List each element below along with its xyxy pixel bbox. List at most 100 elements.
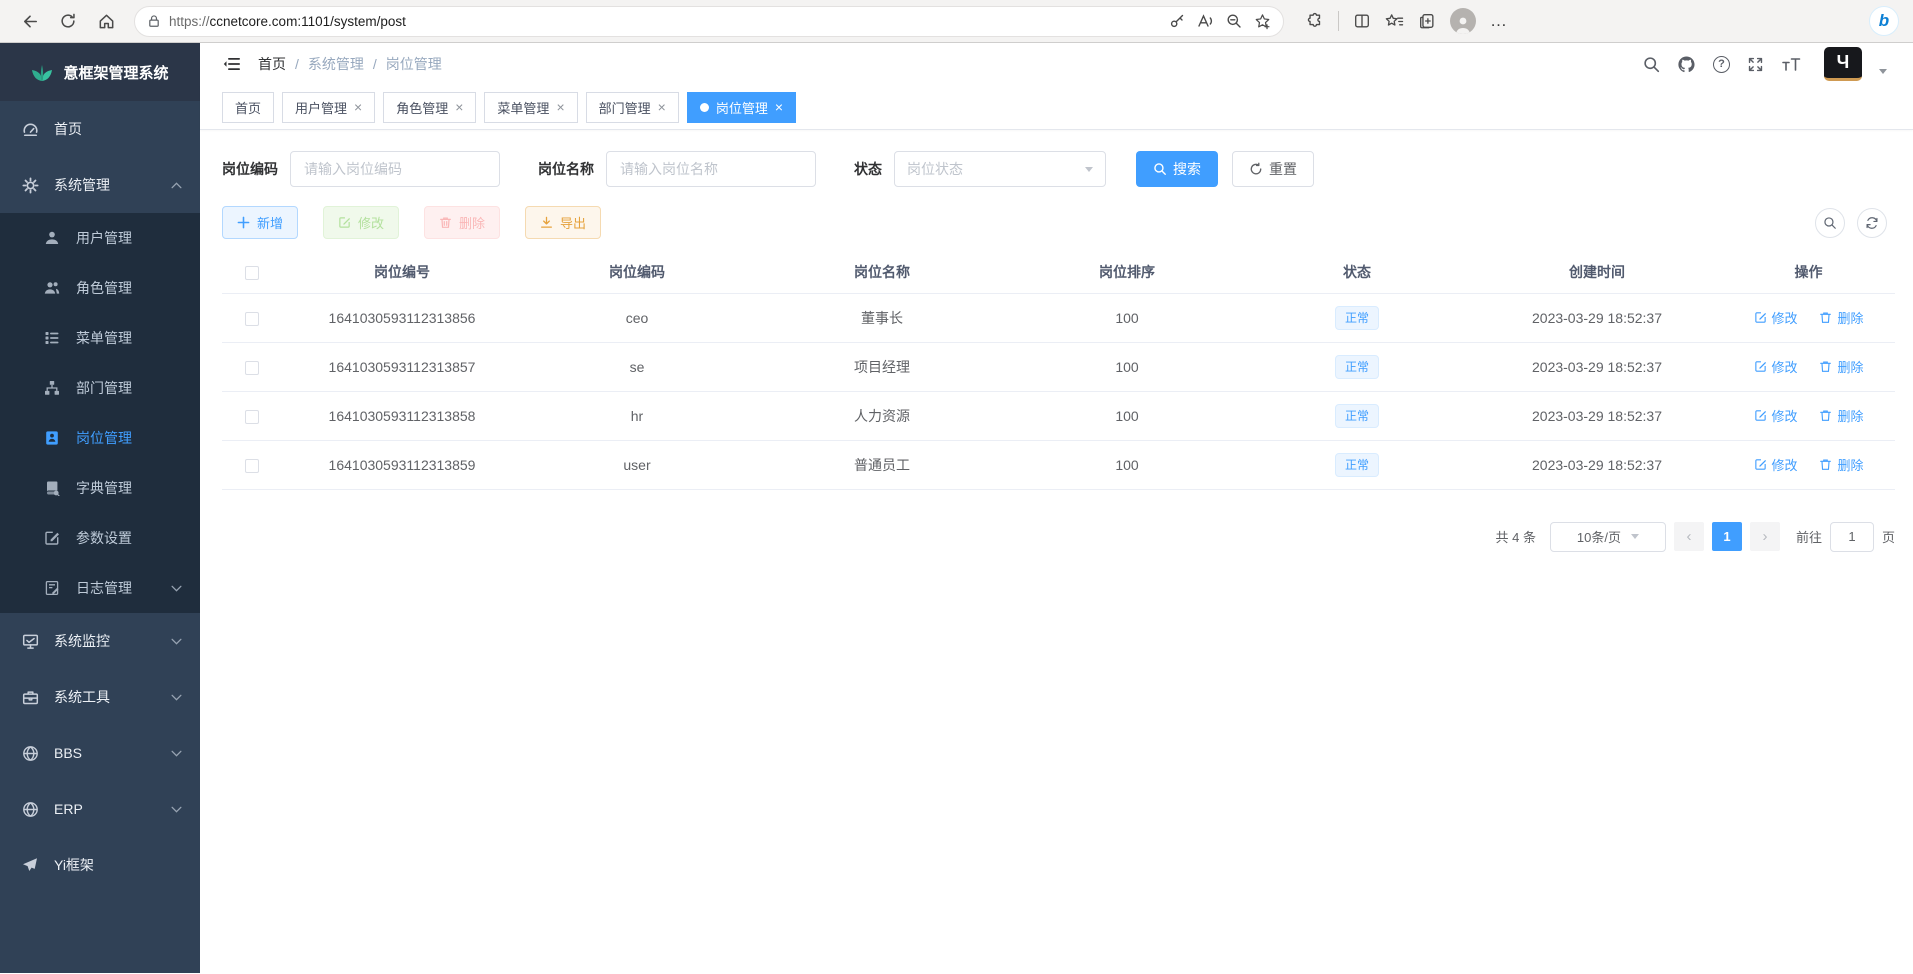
row-checkbox[interactable] [245,312,259,326]
row-edit-link[interactable]: 修改 [1754,308,1798,327]
split-screen-icon[interactable] [1353,12,1371,30]
extensions-icon[interactable] [1306,12,1324,30]
toggle-search-button[interactable] [1815,208,1845,238]
back-icon[interactable] [14,5,46,37]
toolbox-icon [22,689,39,706]
sidebar-item-log-mgmt[interactable]: 日志管理 [0,563,200,613]
sidebar-toggle-icon[interactable] [222,54,242,74]
refresh-icon[interactable] [52,5,84,37]
sidebar-item-bbs[interactable]: BBS [0,725,200,781]
select-caret-icon [1085,167,1093,172]
page-size-value: 10条/页 [1577,527,1621,546]
collections-icon[interactable] [1418,12,1436,30]
avatar-caret-icon[interactable] [1879,69,1887,74]
breadcrumb-system-mgmt[interactable]: 系统管理 [308,54,364,74]
row-edit-link[interactable]: 修改 [1754,406,1798,425]
browser-profile-avatar[interactable] [1450,8,1476,34]
tab-menu-mgmt[interactable]: 菜单管理 × [484,92,577,123]
breadcrumb-post-mgmt: 岗位管理 [386,54,442,74]
header-search-icon[interactable] [1643,56,1660,73]
row-delete-link[interactable]: 删除 [1819,455,1863,474]
breadcrumb-home[interactable]: 首页 [258,54,286,74]
sidebar-item-menu-mgmt[interactable]: 菜单管理 [0,313,200,363]
org-tree-icon [44,380,61,397]
sidebar-item-user-mgmt[interactable]: 用户管理 [0,213,200,263]
tab-dept-mgmt[interactable]: 部门管理 × [586,92,679,123]
favorites-icon[interactable] [1385,13,1404,30]
app-logo[interactable]: 意框架管理系统 [0,43,200,101]
read-aloud-icon[interactable] [1197,13,1214,29]
goto-page-input[interactable] [1830,522,1874,552]
delete-button[interactable]: 删除 [424,206,500,239]
select-all-checkbox[interactable] [245,266,259,280]
tab-close-icon[interactable]: × [354,100,362,114]
address-bar[interactable]: https://ccnetcore.com:1101/system/post [134,6,1284,37]
tab-close-icon[interactable]: × [455,100,463,114]
export-button[interactable]: 导出 [525,206,601,239]
page-number-button[interactable]: 1 [1712,522,1742,551]
refresh-table-button[interactable] [1857,208,1887,238]
prev-page-button[interactable]: ‹ [1674,522,1704,551]
row-edit-link[interactable]: 修改 [1754,455,1798,474]
row-delete-link[interactable]: 删除 [1819,357,1863,376]
sidebar-item-label: 菜单管理 [76,328,132,348]
cell-post-code: se [522,342,752,391]
reset-button[interactable]: 重置 [1232,151,1314,187]
home-icon[interactable] [90,5,122,37]
row-checkbox[interactable] [245,459,259,473]
page-size-select[interactable]: 10条/页 [1550,522,1666,552]
post-code-input[interactable] [290,151,500,187]
tab-user-mgmt[interactable]: 用户管理 × [282,92,375,123]
search-button[interactable]: 搜索 [1136,151,1218,187]
github-icon[interactable] [1677,55,1696,74]
tab-post-mgmt[interactable]: 岗位管理 × [687,92,796,123]
trash-icon [1819,458,1832,471]
lock-icon[interactable] [147,14,161,28]
sidebar-item-label: 岗位管理 [76,428,132,448]
edit-icon [44,530,61,547]
cell-post-sort: 100 [1012,440,1242,489]
add-favorite-icon[interactable] [1254,13,1271,30]
row-delete-link[interactable]: 删除 [1819,308,1863,327]
edit-button[interactable]: 修改 [323,206,399,239]
sidebar-item-system-tools[interactable]: 系统工具 [0,669,200,725]
add-button[interactable]: 新增 [222,206,298,239]
next-page-button[interactable]: › [1750,522,1780,551]
status-select[interactable]: 岗位状态 [894,151,1106,187]
sidebar-item-home[interactable]: 首页 [0,101,200,157]
more-menu-icon[interactable]: … [1490,11,1508,31]
dashboard-icon [22,121,39,138]
sidebar-item-param-settings[interactable]: 参数设置 [0,513,200,563]
password-key-icon[interactable] [1169,13,1185,29]
tab-role-mgmt[interactable]: 角色管理 × [383,92,476,123]
text-size-icon[interactable] [1781,56,1801,73]
sidebar-item-erp[interactable]: ERP [0,781,200,837]
user-avatar[interactable]: Ч [1824,47,1862,81]
post-code-label: 岗位编码 [222,159,278,179]
sidebar-item-yi-framework[interactable]: Yi框架 [0,837,200,893]
tab-home[interactable]: 首页 [222,92,274,123]
post-name-input[interactable] [606,151,816,187]
help-icon[interactable]: ? [1713,56,1730,73]
row-delete-link[interactable]: 删除 [1819,406,1863,425]
sidebar-item-role-mgmt[interactable]: 角色管理 [0,263,200,313]
zoom-out-icon[interactable] [1226,13,1242,29]
tab-close-icon[interactable]: × [658,100,666,114]
sidebar-item-dept-mgmt[interactable]: 部门管理 [0,363,200,413]
row-edit-link[interactable]: 修改 [1754,357,1798,376]
tab-close-icon[interactable]: × [556,100,564,114]
status-badge: 正常 [1335,404,1379,428]
sidebar-item-dict-mgmt[interactable]: 字典管理 [0,463,200,513]
row-checkbox[interactable] [245,410,259,424]
bing-chat-icon[interactable]: b [1869,6,1899,36]
cell-post-name: 普通员工 [752,440,1012,489]
browser-toolbar: https://ccnetcore.com:1101/system/post [0,0,1913,43]
table-row: 1641030593112313856 ceo 董事长 100 正常 2023-… [222,293,1895,342]
row-checkbox[interactable] [245,361,259,375]
sidebar-item-post-mgmt[interactable]: 岗位管理 [0,413,200,463]
col-created-time: 创建时间 [1472,252,1722,293]
tab-close-icon[interactable]: × [775,100,783,114]
sidebar-item-system-mgmt[interactable]: 系统管理 [0,157,200,213]
sidebar-item-system-monitor[interactable]: 系统监控 [0,613,200,669]
fullscreen-icon[interactable] [1747,56,1764,73]
